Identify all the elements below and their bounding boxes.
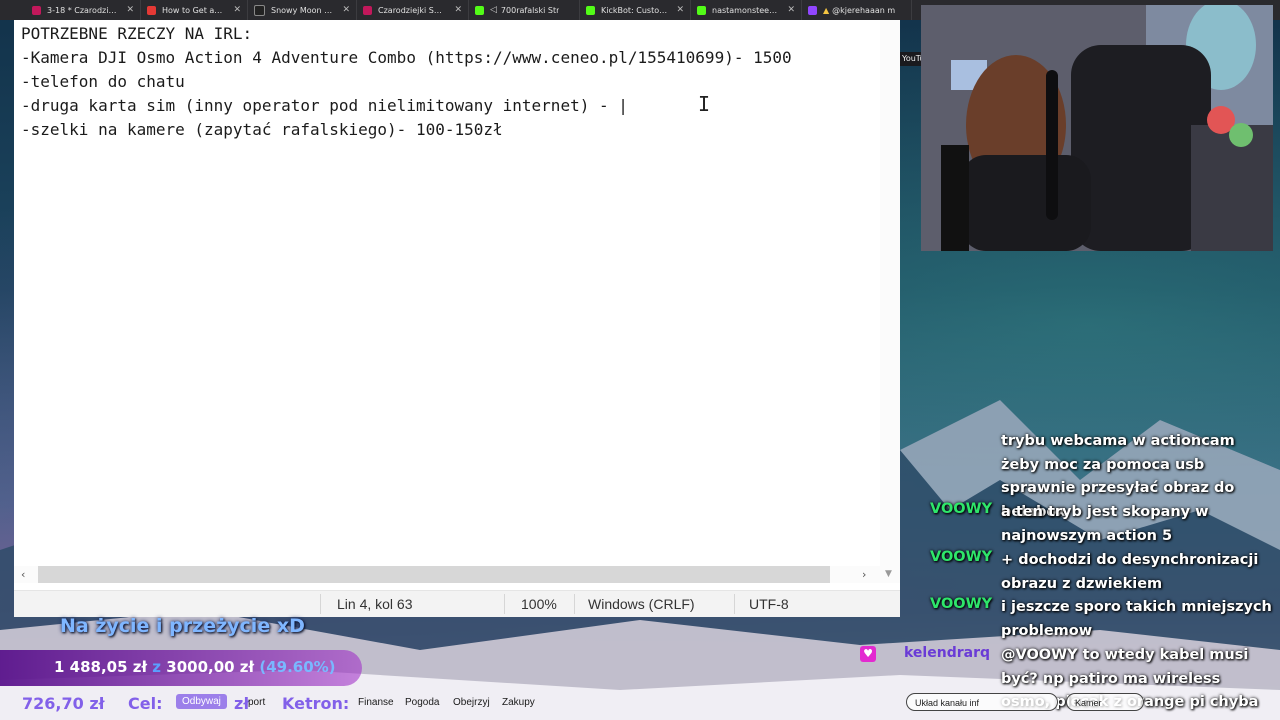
status-divider <box>574 594 575 614</box>
browser-tab[interactable]: Snowy Moon | Patre ✕ <box>248 0 357 20</box>
favicon-icon <box>32 5 41 15</box>
layout-button[interactable]: Układ kanału inf <box>906 693 1058 711</box>
chat-username: VOOWY <box>930 596 993 612</box>
chat-message-text: i jeszcze sporo takich mniejszych proble… <box>1001 599 1272 639</box>
menu-item[interactable]: port <box>248 697 265 708</box>
menu-item[interactable]: Finanse <box>358 697 394 708</box>
editor-line: POTRZEBNE RZECZY NA IRL: <box>21 24 253 43</box>
text-cursor-icon: I <box>698 92 711 116</box>
encoding[interactable]: UTF-8 <box>749 596 789 612</box>
favicon-icon <box>697 5 706 15</box>
browser-tab[interactable]: 3-18 * Czarodziejki ✕ <box>0 0 141 20</box>
browser-tab[interactable]: How to Get and Us ✕ <box>141 0 248 20</box>
youtube-tab-fragment: YouTu <box>900 52 925 66</box>
camera-button[interactable]: Kamer <box>1066 693 1144 711</box>
favicon-icon <box>147 5 156 15</box>
goal-amounts: 1 488,05 zł z 3000,00 zł (49.60%) <box>54 658 336 676</box>
favicon-icon <box>475 5 484 15</box>
status-divider <box>320 594 321 614</box>
webcam-feed <box>921 5 1273 251</box>
close-icon[interactable]: ✕ <box>233 5 241 15</box>
ghost-goal-label: Cel: <box>128 694 163 713</box>
text-editor[interactable]: POTRZEBNE RZECZY NA IRL: -Kamera DJI Osmo… <box>14 20 880 566</box>
editor-line: -telefon do chatu <box>21 72 185 91</box>
zoom-level[interactable]: 100% <box>521 596 557 612</box>
notepad-window: POTRZEBNE RZECZY NA IRL: -Kamera DJI Osmo… <box>14 20 900 617</box>
webcam-scene <box>921 5 1273 251</box>
editor-line: -szelki na kamere (zapytać rafalskiego)-… <box>21 120 503 139</box>
browser-tab[interactable]: KickBot: Customiza ✕ <box>580 0 691 20</box>
close-icon[interactable]: ✕ <box>126 5 134 15</box>
mute-icon[interactable]: ◁ <box>490 5 497 15</box>
status-divider <box>504 594 505 614</box>
line-ending[interactable]: Windows (CRLF) <box>588 596 695 612</box>
status-divider <box>734 594 735 614</box>
goal-current: 1 488,05 zł <box>54 658 148 676</box>
menu-item[interactable]: Zakupy <box>502 697 535 708</box>
favicon-icon <box>586 5 595 15</box>
browser-tab[interactable]: nastamonsteerr Str ✕ <box>691 0 802 20</box>
chat-username: VOOWY <box>930 549 993 565</box>
status-bar: Lin 4, kol 63 100% Windows (CRLF) UTF-8 <box>14 590 900 617</box>
ghost-button[interactable]: Odbywaj <box>176 694 227 709</box>
favicon-icon <box>808 5 817 15</box>
ghost-label: Ketron: <box>282 694 350 713</box>
browser-tab[interactable]: Czarodziejki S04E1 ✕ <box>357 0 469 20</box>
browser-tab[interactable]: ◁ 700rafalski Str <box>469 0 580 20</box>
chat-message-text: a ten tryb jest skopany w najnowszym act… <box>1001 504 1209 544</box>
goal-percent: (49.60%) <box>259 658 336 676</box>
favicon-icon <box>254 4 265 16</box>
menu-item[interactable]: Pogoda <box>405 697 439 708</box>
close-icon[interactable]: ✕ <box>676 5 684 15</box>
goal-separator: z <box>152 658 162 676</box>
chat-message-text: + dochodzi do desynchronizacji obrazu z … <box>1001 552 1259 592</box>
heart-icon: ♥ <box>860 646 876 662</box>
close-icon[interactable]: ✕ <box>342 5 350 15</box>
goal-title: Na życie i przeżycie xD <box>60 615 305 637</box>
scroll-down-icon[interactable]: ▼ <box>885 569 892 579</box>
chat-username: VOOWY <box>930 501 993 517</box>
close-icon[interactable]: ✕ <box>454 5 462 15</box>
editor-line: -druga karta sim (inny operator pod niel… <box>21 96 628 115</box>
cursor-position: Lin 4, kol 63 <box>337 596 413 612</box>
viewer-name: kelendrarq <box>904 645 990 661</box>
scroll-right-icon[interactable]: › <box>862 566 866 583</box>
vertical-scrollbar[interactable]: ▼ <box>880 20 900 583</box>
menu-item[interactable]: Obejrzyj <box>453 697 490 708</box>
ghost-currency: zł <box>234 694 250 713</box>
goal-target: 3000,00 zł <box>166 658 255 676</box>
scroll-left-icon[interactable]: ‹ <box>21 566 25 583</box>
horizontal-scrollbar[interactable]: ‹ › <box>14 566 880 583</box>
scrollbar-thumb[interactable] <box>38 566 830 583</box>
editor-line: -Kamera DJI Osmo Action 4 Adventure Comb… <box>21 48 792 67</box>
bell-icon: ▲ <box>823 5 830 15</box>
browser-tab[interactable]: ▲ @kjerehaaan m <box>802 0 912 20</box>
favicon-icon <box>363 5 372 15</box>
ghost-amount: 726,70 zł <box>22 694 105 713</box>
close-icon[interactable]: ✕ <box>787 5 795 15</box>
